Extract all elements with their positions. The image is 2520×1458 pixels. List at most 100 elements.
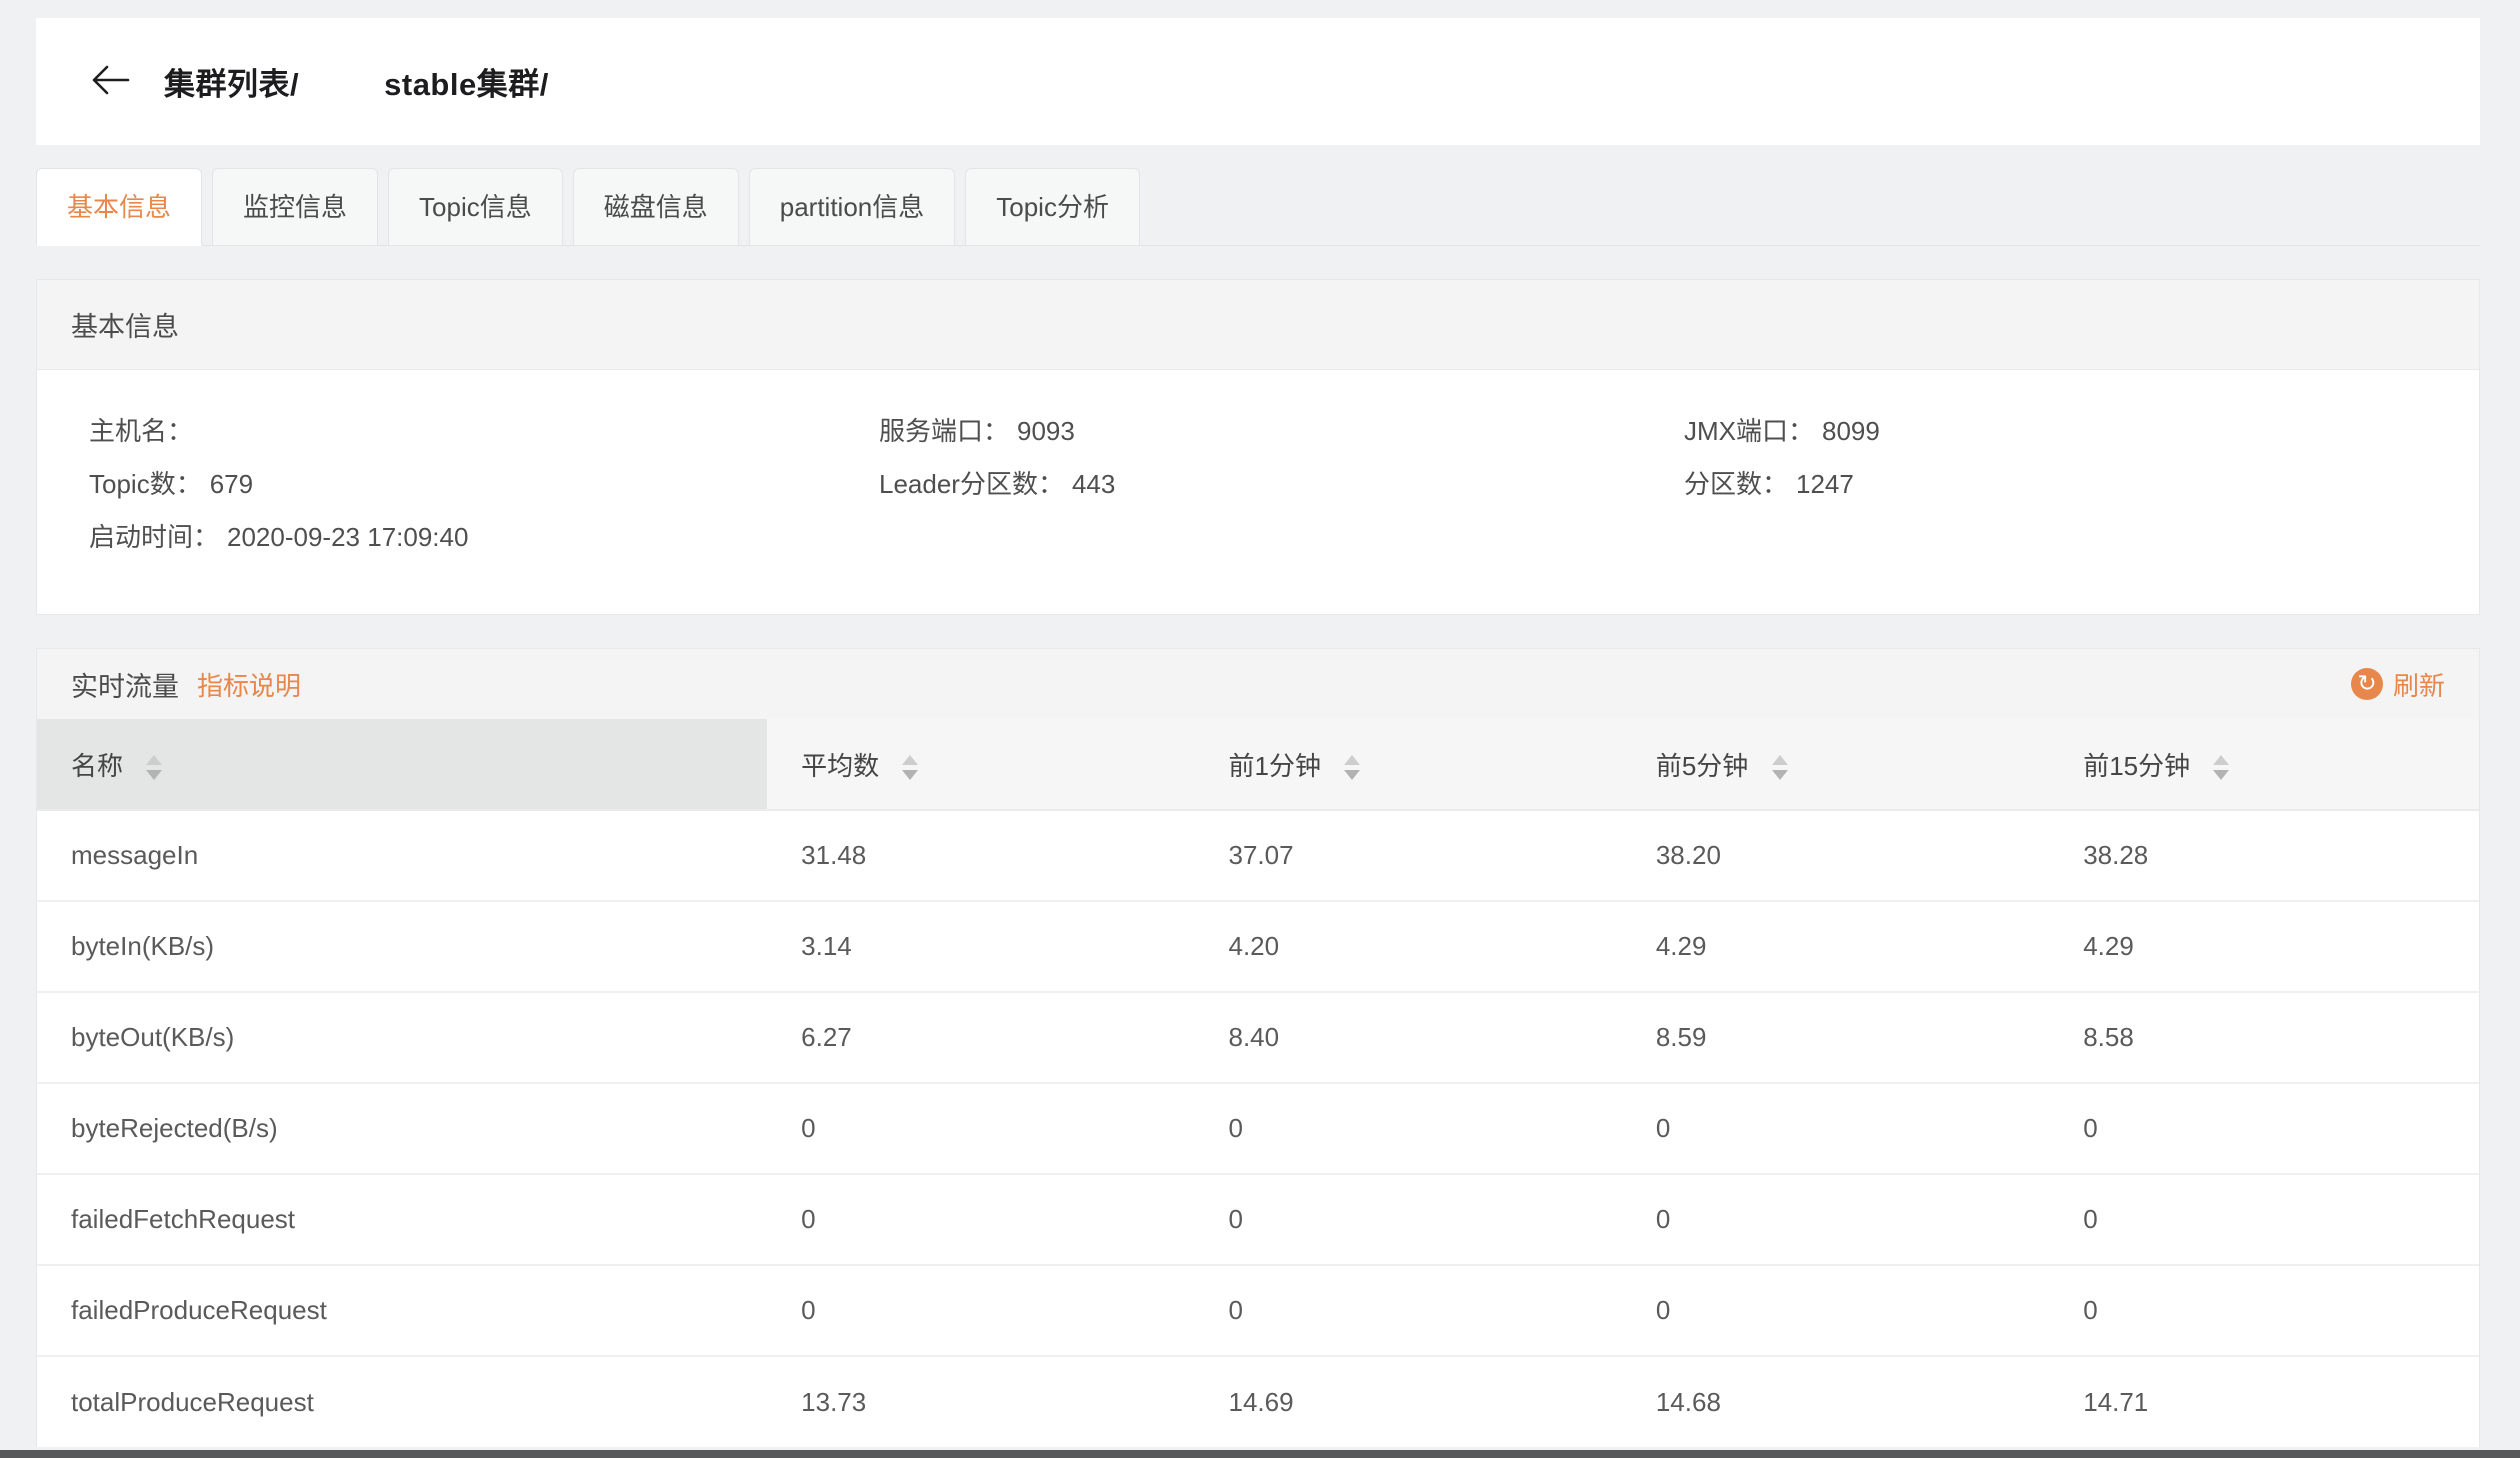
- refresh-button[interactable]: ↻ 刷新: [2351, 666, 2445, 703]
- table-row: byteRejected(B/s)0000: [37, 1083, 2479, 1174]
- sort-caret-up-icon: [1772, 755, 1788, 765]
- table-row: totalProduceRequest13.7314.6914.6814.71: [37, 1356, 2479, 1447]
- info-field-value: 2020-09-23 17:09:40: [227, 522, 468, 552]
- basic-info-panel-title: 基本信息: [37, 280, 2479, 370]
- metric-value-cell: 8.40: [1195, 992, 1622, 1083]
- metric-name-cell: byteOut(KB/s): [37, 992, 767, 1083]
- metric-value-cell: 4.29: [2049, 901, 2479, 992]
- metric-value-cell: 3.14: [767, 901, 1194, 992]
- metric-name-cell: byteRejected(B/s): [37, 1083, 767, 1174]
- column-header-label: 前1分钟: [1229, 751, 1321, 781]
- info-field: Topic数：679: [89, 458, 879, 511]
- info-field-value: 443: [1072, 469, 1115, 499]
- back-button[interactable]: [88, 62, 132, 102]
- sort-caret-up-icon: [1344, 755, 1360, 765]
- column-header-label: 前5分钟: [1656, 751, 1748, 781]
- table-row: byteOut(KB/s)6.278.408.598.58: [37, 992, 2479, 1083]
- metric-name-cell: totalProduceRequest: [37, 1356, 767, 1447]
- info-field: 主机名：: [89, 405, 879, 458]
- page-title-suffix: stable集群/: [384, 59, 549, 104]
- metric-value-cell: 0: [1622, 1083, 2049, 1174]
- metric-value-cell: 0: [1622, 1174, 2049, 1265]
- metrics-description-link[interactable]: 指标说明: [197, 666, 301, 703]
- sort-caret-up-icon: [902, 755, 918, 765]
- info-field: 服务端口： 9093: [879, 405, 1684, 458]
- metrics-table-header-row: 名称 平均数 前1分钟 前5分钟 前15分钟: [37, 719, 2479, 810]
- metric-name-cell: messageIn: [37, 810, 767, 901]
- page-title: 集群列表/ stable集群/: [164, 59, 549, 104]
- tab-基本信息[interactable]: 基本信息: [36, 168, 202, 246]
- tab-bar: 基本信息 监控信息 Topic信息 磁盘信息 partition信息 Topic…: [36, 168, 2480, 246]
- metric-value-cell: 14.71: [2049, 1356, 2479, 1447]
- bottom-edge-bar: [0, 1450, 2520, 1458]
- metric-value-cell: 0: [2049, 1265, 2479, 1356]
- basic-info-panel: 基本信息 主机名： 服务端口： 9093 JMX端口：8099 Topic数：67…: [36, 279, 2480, 615]
- column-header-label: 名称: [71, 751, 123, 781]
- arrow-left-icon: [89, 63, 131, 100]
- info-field: JMX端口：8099: [1684, 405, 2479, 458]
- info-field-value: 679: [210, 469, 253, 499]
- table-row: messageIn31.4837.0738.2038.28: [37, 810, 2479, 901]
- info-field: Leader分区数： 443: [879, 458, 1684, 511]
- realtime-traffic-title: 实时流量: [71, 665, 179, 704]
- metric-value-cell: 8.58: [2049, 992, 2479, 1083]
- metric-value-cell: 0: [2049, 1174, 2479, 1265]
- info-field-value: 8099: [1822, 416, 1880, 446]
- metric-value-cell: 0: [767, 1174, 1194, 1265]
- metric-value-cell: 38.28: [2049, 810, 2479, 901]
- metric-value-cell: 6.27: [767, 992, 1194, 1083]
- realtime-traffic-header: 实时流量 指标说明 ↻ 刷新: [37, 649, 2479, 719]
- sort-caret-up-icon: [2213, 755, 2229, 765]
- column-header-前1分钟[interactable]: 前1分钟: [1195, 719, 1622, 810]
- info-field-value: 9093: [1017, 416, 1075, 446]
- info-field-label: 启动时间：: [89, 522, 219, 552]
- column-header-平均数[interactable]: 平均数: [767, 719, 1194, 810]
- metric-value-cell: 4.29: [1622, 901, 2049, 992]
- column-header-前15分钟[interactable]: 前15分钟: [2049, 719, 2479, 810]
- metric-value-cell: 0: [767, 1265, 1194, 1356]
- tab-磁盘信息[interactable]: 磁盘信息: [573, 168, 739, 246]
- metric-name-cell: failedProduceRequest: [37, 1265, 767, 1356]
- metric-name-cell: byteIn(KB/s): [37, 901, 767, 992]
- metric-value-cell: 0: [1195, 1265, 1622, 1356]
- column-header-label: 前15分钟: [2083, 751, 2190, 781]
- metric-value-cell: 0: [2049, 1083, 2479, 1174]
- page-header: 集群列表/ stable集群/: [36, 18, 2480, 145]
- sort-icon: [146, 755, 162, 780]
- metric-value-cell: 14.68: [1622, 1356, 2049, 1447]
- metric-value-cell: 0: [1195, 1083, 1622, 1174]
- metric-value-cell: 8.59: [1622, 992, 2049, 1083]
- metric-value-cell: 13.73: [767, 1356, 1194, 1447]
- tab-Topic信息[interactable]: Topic信息: [388, 168, 563, 246]
- sort-icon: [1772, 755, 1788, 780]
- info-field-label: Leader分区数：: [879, 469, 1064, 499]
- realtime-traffic-panel: 实时流量 指标说明 ↻ 刷新 名称 平均数 前1分钟 前5: [36, 648, 2480, 1447]
- refresh-label: 刷新: [2393, 666, 2445, 703]
- sort-caret-down-icon: [1772, 770, 1788, 780]
- column-header-名称[interactable]: 名称: [37, 719, 767, 810]
- metric-value-cell: 31.48: [767, 810, 1194, 901]
- info-field-label: 主机名：: [89, 416, 193, 446]
- column-header-label: 平均数: [801, 751, 879, 781]
- sort-caret-down-icon: [146, 770, 162, 780]
- info-field: 分区数：1247: [1684, 458, 2479, 511]
- sort-icon: [2213, 755, 2229, 780]
- info-field-label: 分区数：: [1684, 469, 1788, 499]
- basic-info-grid: 主机名： 服务端口： 9093 JMX端口：8099 Topic数：679 Lea…: [37, 370, 2479, 614]
- tab-partition信息[interactable]: partition信息: [749, 168, 956, 246]
- metric-value-cell: 0: [1622, 1265, 2049, 1356]
- metric-name-cell: failedFetchRequest: [37, 1174, 767, 1265]
- metric-value-cell: 0: [1195, 1174, 1622, 1265]
- tab-Topic分析[interactable]: Topic分析: [965, 168, 1140, 246]
- info-field: 启动时间： 2020-09-23 17:09:40: [89, 511, 879, 564]
- info-field-label: 服务端口：: [879, 416, 1009, 446]
- column-header-前5分钟[interactable]: 前5分钟: [1622, 719, 2049, 810]
- metrics-table: 名称 平均数 前1分钟 前5分钟 前15分钟 messa: [37, 719, 2479, 1447]
- page-title-prefix: 集群列表/: [164, 59, 299, 104]
- sort-icon: [1344, 755, 1360, 780]
- metric-value-cell: 14.69: [1195, 1356, 1622, 1447]
- sort-caret-down-icon: [2213, 770, 2229, 780]
- sort-caret-down-icon: [902, 770, 918, 780]
- metric-value-cell: 37.07: [1195, 810, 1622, 901]
- tab-监控信息[interactable]: 监控信息: [212, 168, 378, 246]
